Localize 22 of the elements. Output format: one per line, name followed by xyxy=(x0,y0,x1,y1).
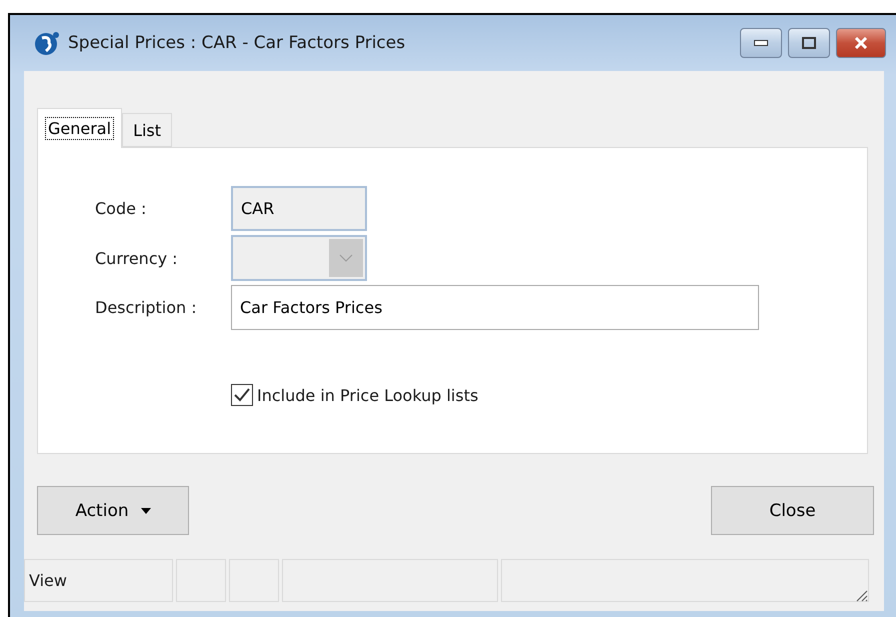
app-logo-icon xyxy=(34,30,60,56)
minimize-icon xyxy=(754,40,768,46)
window-title: Special Prices : CAR - Car Factors Prices xyxy=(68,33,406,53)
checkbox-label: Include in Price Lookup lists xyxy=(257,386,478,404)
chevron-down-icon xyxy=(339,254,353,262)
description-field[interactable]: Car Factors Prices xyxy=(231,285,759,330)
resize-grip-icon xyxy=(854,588,868,602)
maximize-icon xyxy=(802,37,816,49)
field-label: Description : xyxy=(95,298,198,317)
maximize-button[interactable] xyxy=(788,28,830,58)
minimize-button[interactable] xyxy=(740,28,782,58)
action-button[interactable]: Action xyxy=(37,486,189,535)
tab[interactable]: General xyxy=(37,108,122,148)
caret-down-icon xyxy=(140,508,151,514)
status-text: View xyxy=(24,559,174,602)
field-label: Code : xyxy=(95,199,148,218)
close-button[interactable]: Close xyxy=(711,486,874,535)
checkbox[interactable] xyxy=(231,384,253,406)
close-icon xyxy=(854,37,868,49)
tab[interactable]: List xyxy=(122,113,172,147)
close-window-button[interactable] xyxy=(836,28,886,58)
field-label: Currency : xyxy=(95,248,179,268)
